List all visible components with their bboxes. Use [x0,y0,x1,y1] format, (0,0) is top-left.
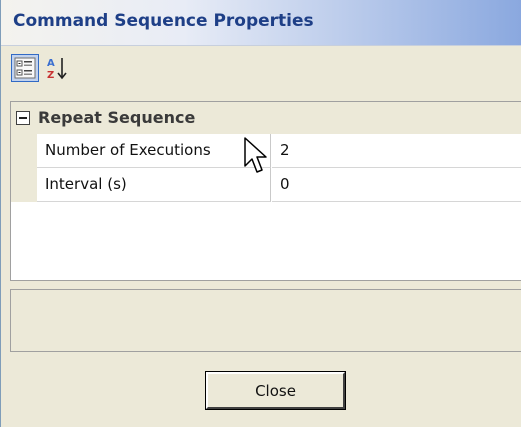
close-button-label: Close [255,381,296,400]
row-gutter [11,168,37,202]
close-button[interactable]: Close [205,371,346,410]
toolbar: A Z [1,46,521,98]
alphabetical-sort-button[interactable]: A Z [43,54,71,82]
property-value[interactable]: 0 [272,168,521,202]
property-grid: Repeat Sequence Number of Executions 2 I… [10,101,521,281]
title-bar: Command Sequence Properties [1,0,521,46]
sort-alphabetical-icon: A Z [47,58,67,81]
sort-a-glyph: A [47,58,55,69]
property-value[interactable]: 2 [272,134,521,168]
property-name[interactable]: Number of Executions [37,134,271,168]
category-row-repeat-sequence[interactable]: Repeat Sequence [11,102,521,134]
window-title: Command Sequence Properties [13,11,314,31]
mouse-pointer-icon [244,137,267,173]
row-gutter [11,134,37,168]
sort-z-glyph: Z [47,70,54,81]
categorized-view-button[interactable] [11,54,39,82]
collapse-icon[interactable] [16,111,30,125]
description-panel [10,289,521,352]
categorized-icon [14,57,36,79]
property-name[interactable]: Interval (s) [37,168,271,202]
category-label: Repeat Sequence [38,108,196,127]
properties-window: Command Sequence Properties A Z Repeat S… [0,0,521,427]
